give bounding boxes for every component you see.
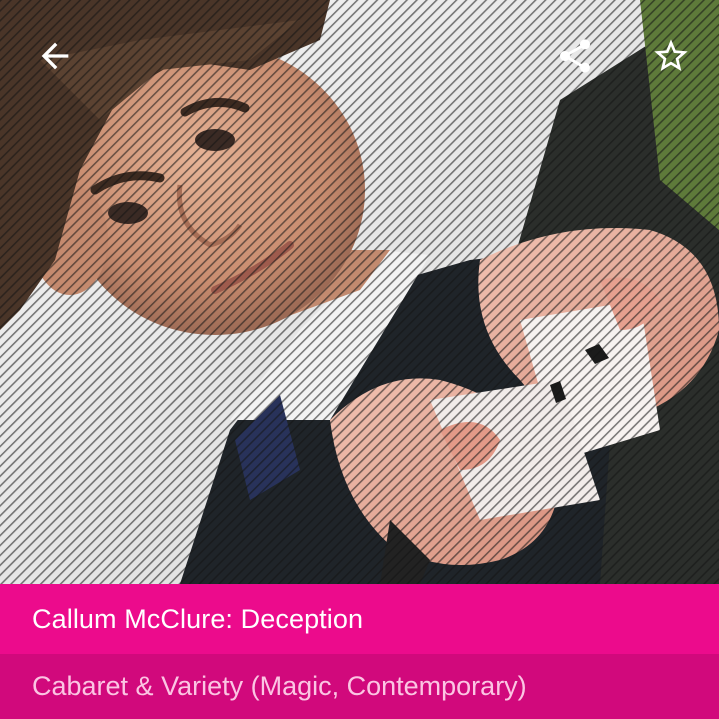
share-button[interactable] [547,28,603,84]
star-outline-icon [654,39,688,71]
toolbar [0,0,719,112]
arrow-back-icon [41,42,69,70]
back-button[interactable] [27,28,83,84]
event-category: Cabaret & Variety (Magic, Contemporary) [32,671,527,701]
share-icon [560,39,590,73]
favorite-button[interactable] [643,28,699,84]
event-title-bar: Callum McClure: Deception [0,584,719,654]
event-category-bar: Cabaret & Variety (Magic, Contemporary) [0,654,719,719]
event-title: Callum McClure: Deception [32,603,364,634]
